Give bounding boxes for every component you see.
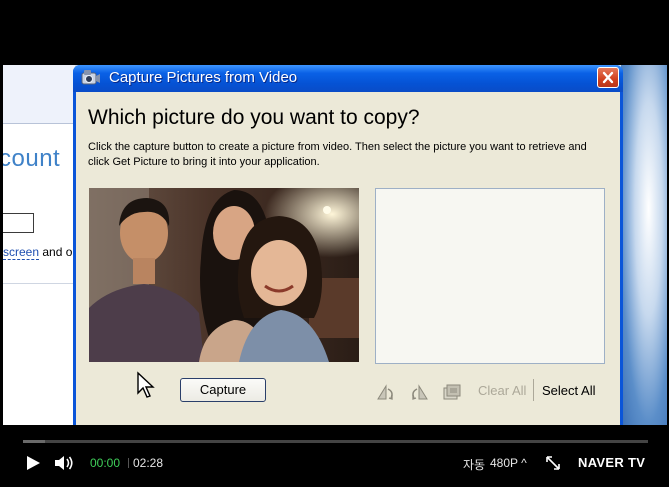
time-divider (128, 458, 129, 468)
dialog-title: Capture Pictures from Video (109, 69, 298, 86)
progress-bar[interactable] (23, 440, 648, 443)
dialog-instructions: Click the capture button to create a pic… (88, 141, 587, 168)
toolbar-divider (533, 379, 534, 401)
background-window-title: count (3, 145, 61, 172)
divider (3, 123, 75, 124)
family-photo (89, 188, 359, 362)
rotate-right-icon[interactable] (409, 383, 429, 401)
play-icon[interactable] (24, 454, 42, 472)
dialog-title-bar: Capture Pictures from Video (73, 65, 623, 92)
current-time: 00:00 (90, 456, 121, 470)
captured-pictures-list[interactable] (375, 188, 605, 364)
divider (3, 283, 75, 284)
mouse-pointer-icon (137, 371, 155, 398)
select-all-button[interactable]: Select All (542, 383, 595, 398)
save-picture-icon[interactable] (442, 383, 462, 401)
close-icon (602, 71, 614, 84)
volume-icon[interactable] (53, 454, 75, 472)
background-window: count screen and o (3, 65, 75, 425)
video-capture-preview (89, 188, 359, 362)
total-time: 02:28 (133, 456, 164, 470)
capture-dialog: Capture Pictures from Video Which pictur… (73, 65, 623, 425)
player-controls: 00:00 02:28 자동 480P ^ NAVER TV (0, 425, 669, 487)
capture-button[interactable]: Capture (180, 378, 266, 402)
video-viewport[interactable]: count screen and o Capture Pictures from… (0, 0, 669, 425)
fullscreen-icon[interactable] (544, 454, 562, 472)
dialog-heading: Which picture do you want to copy? (88, 106, 420, 129)
camera-icon (81, 70, 100, 85)
dialog-body: Which picture do you want to copy? Click… (76, 92, 620, 425)
rotate-left-icon[interactable] (376, 383, 396, 401)
background-window-text-rest: and o (39, 245, 73, 259)
quality-selector[interactable]: 480P ^ (490, 456, 527, 470)
video-frame: count screen and o Capture Pictures from… (3, 65, 667, 425)
background-window-input (3, 213, 34, 233)
close-button[interactable] (597, 67, 619, 88)
background-window-header (3, 65, 75, 123)
background-window-link: screen (3, 245, 40, 260)
background-window-text: screen and o (3, 245, 73, 260)
clear-all-button[interactable]: Clear All (478, 383, 526, 398)
progress-fill (23, 440, 45, 443)
naver-tv-logo[interactable]: NAVER TV (578, 455, 645, 470)
auto-quality-label: 자동 (463, 458, 486, 472)
desktop-wallpaper (621, 65, 667, 425)
